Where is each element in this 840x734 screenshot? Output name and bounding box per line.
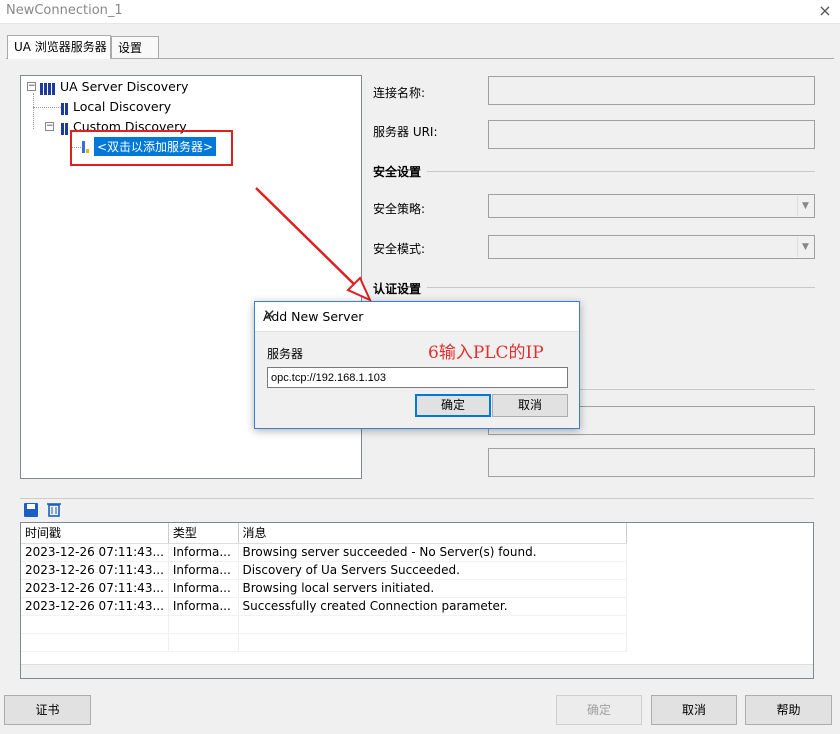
log-cell: Browsing local servers initiated.	[238, 579, 628, 598]
close-icon[interactable]: ×	[810, 0, 840, 24]
log-cell: 2023-12-26 07:11:43...	[21, 561, 169, 580]
server-address-input[interactable]	[267, 367, 568, 388]
log-cell: Browsing server succeeded - No Server(s)…	[238, 543, 628, 562]
security-section-title: 安全设置	[373, 165, 422, 179]
server-icon	[61, 100, 69, 115]
window-title: NewConnection_1	[6, 3, 123, 18]
annotation-highlight-box	[70, 130, 233, 166]
section-divider	[427, 171, 815, 172]
security-policy-select[interactable]: ▼	[488, 194, 815, 218]
auth-field-2[interactable]	[488, 448, 815, 477]
log-col-type[interactable]: 类型	[168, 523, 239, 544]
trash-icon[interactable]	[46, 501, 62, 517]
collapse-toggle-custom[interactable]: −	[45, 122, 54, 131]
tree-connector	[33, 107, 63, 108]
log-col-message[interactable]: 消息	[238, 523, 628, 544]
tree-node-label: Local Discovery	[72, 99, 172, 114]
annotation-text: 6输入PLC的IP	[428, 343, 544, 363]
security-mode-select[interactable]: ▼	[488, 235, 815, 259]
security-policy-label: 安全策略:	[373, 202, 426, 216]
table-row[interactable]: 2023-12-26 07:11:43... Informa... Discov…	[21, 561, 628, 580]
log-toolbar	[20, 498, 814, 522]
horizontal-scrollbar[interactable]	[21, 664, 813, 678]
tree-node-label: UA Server Discovery	[59, 79, 189, 94]
server-label: 服务器	[267, 347, 304, 361]
certificate-button[interactable]: 证书	[4, 695, 91, 725]
save-icon[interactable]	[24, 503, 38, 517]
log-list[interactable]: 时间戳 类型 消息 2023-12-26 07:11:43... Informa…	[20, 522, 814, 679]
tree-connector	[33, 93, 34, 129]
add-server-dialog: Add New Server ✕ 服务器 6输入PLC的IP 确定 取消	[254, 301, 580, 429]
connection-name-label: 连接名称:	[373, 86, 426, 100]
log-col-timestamp[interactable]: 时间戳	[21, 523, 169, 544]
tab-settings[interactable]: 设置	[111, 36, 159, 58]
tree-node-local-discovery[interactable]: Local Discovery	[61, 99, 171, 117]
server-uri-label: 服务器 URI:	[373, 125, 438, 139]
table-row[interactable]: 2023-12-26 07:11:43... Informa... Browsi…	[21, 543, 628, 562]
table-row[interactable]: 2023-12-26 07:11:43... Informa... Browsi…	[21, 579, 628, 598]
log-cell: Discovery of Ua Servers Succeeded.	[238, 561, 628, 580]
dialog-ok-button[interactable]: 确定	[415, 394, 491, 417]
cancel-button[interactable]: 取消	[651, 695, 737, 725]
log-cell: Informa...	[168, 543, 239, 562]
dialog-cancel-button[interactable]: 取消	[492, 394, 568, 417]
security-mode-label: 安全模式:	[373, 242, 426, 256]
dialog-titlebar: Add New Server ✕	[255, 302, 579, 332]
log-cell: 2023-12-26 07:11:43...	[21, 579, 169, 598]
server-uri-field[interactable]	[488, 120, 815, 149]
table-row	[21, 615, 628, 634]
annotation-arrow	[255, 187, 373, 303]
tree-node-ua-server-discovery[interactable]: UA Server Discovery	[40, 79, 188, 97]
tab-ua-browse-servers[interactable]: UA 浏览器服务器	[7, 35, 111, 59]
section-divider	[580, 389, 815, 390]
auth-section-title: 认证设置	[373, 282, 422, 296]
chevron-down-icon: ▼	[797, 237, 813, 257]
connection-name-field[interactable]	[488, 76, 815, 105]
log-cell: Informa...	[168, 597, 239, 616]
server-icon	[61, 120, 69, 135]
log-table: 时间戳 类型 消息 2023-12-26 07:11:43... Informa…	[21, 523, 628, 652]
close-icon[interactable]: ✕	[263, 306, 571, 324]
log-cell: Successfully created Connection paramete…	[238, 597, 628, 616]
section-divider	[427, 287, 815, 288]
chevron-down-icon: ▼	[797, 196, 813, 216]
table-row[interactable]: 2023-12-26 07:11:43... Informa... Succes…	[21, 597, 628, 616]
help-button[interactable]: 帮助	[745, 695, 832, 725]
table-row	[21, 633, 628, 652]
ok-button[interactable]: 确定	[556, 695, 642, 725]
collapse-toggle-root[interactable]: −	[27, 82, 36, 91]
log-cell: 2023-12-26 07:11:43...	[21, 543, 169, 562]
log-cell: 2023-12-26 07:11:43...	[21, 597, 169, 616]
log-cell: Informa...	[168, 561, 239, 580]
log-cell: Informa...	[168, 579, 239, 598]
server-group-icon	[40, 80, 56, 95]
window-titlebar: NewConnection_1 ×	[0, 0, 840, 24]
